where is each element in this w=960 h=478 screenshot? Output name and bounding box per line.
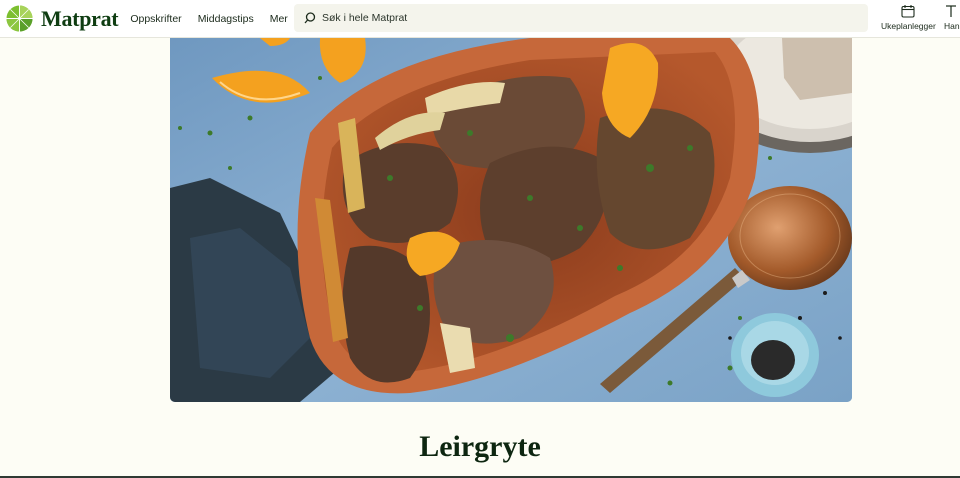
calendar-icon xyxy=(901,5,915,18)
shopping-list-icon xyxy=(946,5,956,17)
recipe-photo xyxy=(170,38,852,402)
search-icon xyxy=(304,12,316,24)
recipe-title: Leirgryte xyxy=(419,430,541,463)
search-placeholder: Søk i hele Matprat xyxy=(322,12,408,24)
nav-item-middagstips[interactable]: Middagstips xyxy=(198,13,254,25)
search-box[interactable]: Søk i hele Matprat xyxy=(294,4,868,32)
week-planner-label: Ukeplanlegger xyxy=(881,21,936,31)
brand-logo[interactable]: Matprat xyxy=(6,0,119,38)
nav-item-oppskrifter[interactable]: Oppskrifter xyxy=(130,13,181,25)
shopping-list-button[interactable]: Hand xyxy=(944,4,960,31)
brand-name: Matprat xyxy=(41,5,119,31)
recipe-hero-image xyxy=(170,38,852,402)
logo-icon xyxy=(6,5,33,32)
nav-item-mer-label: Mer xyxy=(269,12,288,25)
top-bar: Matprat Oppskrifter Middagstips Mer ▼ Sø… xyxy=(0,0,960,38)
main-nav: Oppskrifter Middagstips Mer ▼ xyxy=(130,13,316,25)
week-planner-button[interactable]: Ukeplanlegger xyxy=(881,4,936,31)
shopping-list-label: Hand xyxy=(944,21,960,31)
